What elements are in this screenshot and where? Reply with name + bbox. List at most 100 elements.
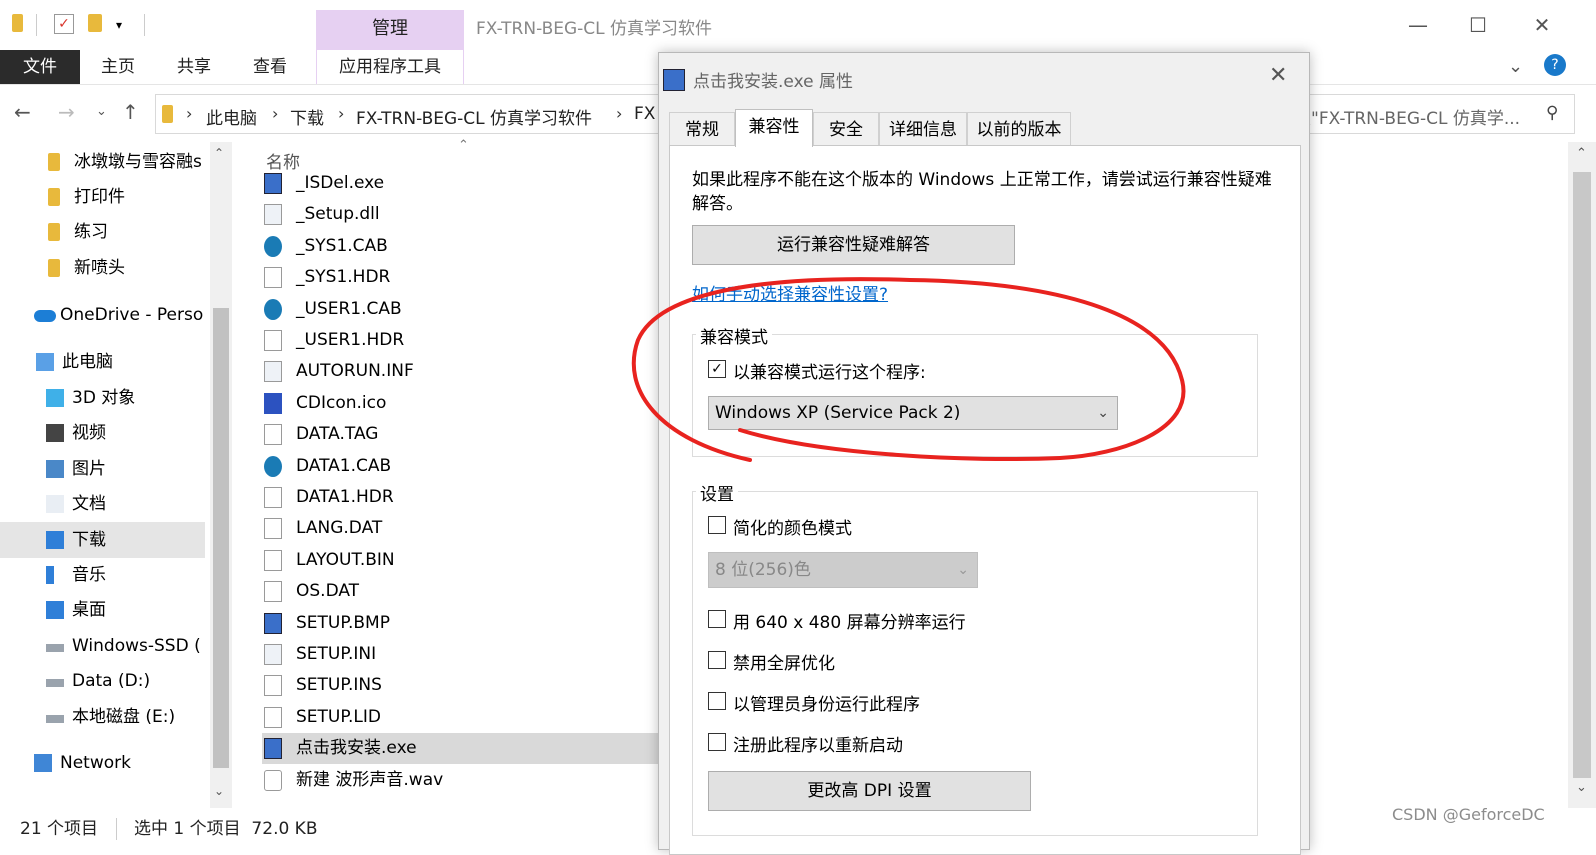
tab-file[interactable]: 文件: [0, 50, 80, 84]
recent-locations-icon[interactable]: ⌄: [96, 104, 107, 119]
scroll-up-icon[interactable]: ⌃: [214, 146, 224, 160]
sidebar-item[interactable]: 本地磁盘 (E:): [0, 699, 205, 735]
file-row[interactable]: DATA1.CAB: [262, 451, 662, 482]
file-row[interactable]: 新建 波形声音.wav: [262, 765, 662, 796]
file-name: SETUP.BMP: [296, 613, 390, 633]
sidebar-item[interactable]: 下载: [0, 522, 205, 558]
file-row[interactable]: SETUP.LID: [262, 702, 662, 733]
dialog-close-button[interactable]: ✕: [1269, 63, 1287, 88]
file-row[interactable]: _SYS1.CAB: [262, 231, 662, 262]
chevron-right-icon[interactable]: ›: [186, 104, 192, 123]
maximize-button[interactable]: ☐: [1448, 10, 1508, 40]
new-folder-icon[interactable]: [88, 14, 102, 32]
sidebar-item[interactable]: Network: [0, 745, 205, 781]
sidebar-item[interactable]: 冰墩墩与雪容融s: [0, 144, 205, 180]
color-depth-dropdown[interactable]: 8 位(256)色 ⌄: [708, 552, 978, 588]
sidebar-item[interactable]: 此电脑: [0, 344, 205, 380]
file-row[interactable]: LANG.DAT: [262, 513, 662, 544]
resolution-640-checkbox[interactable]: [708, 610, 726, 628]
tab-previous-versions[interactable]: 以前的版本: [967, 112, 1071, 146]
change-dpi-button[interactable]: 更改高 DPI 设置: [708, 771, 1031, 811]
compat-mode-checkbox[interactable]: ✓: [708, 360, 726, 378]
tab-security[interactable]: 安全: [813, 112, 879, 146]
file-row[interactable]: _ISDel.exe: [262, 168, 662, 199]
file-row[interactable]: LAYOUT.BIN: [262, 545, 662, 576]
tab-details[interactable]: 详细信息: [879, 112, 967, 146]
file-row[interactable]: _USER1.CAB: [262, 294, 662, 325]
breadcrumb-downloads[interactable]: 下载: [290, 104, 324, 129]
file-list-scrollbar[interactable]: ⌃ ⌄: [1568, 142, 1596, 808]
manual-compat-link[interactable]: 如何手动选择兼容性设置?: [692, 280, 888, 305]
manage-tab[interactable]: 管理: [316, 10, 464, 50]
sidebar-item-label: 下载: [72, 530, 106, 550]
sidebar-item[interactable]: 打印件: [0, 179, 205, 215]
tab-home[interactable]: 主页: [92, 50, 144, 84]
run-troubleshooter-button[interactable]: 运行兼容性疑难解答: [692, 225, 1015, 265]
search-icon[interactable]: ⚲: [1546, 103, 1558, 123]
title-bar: ✓ ▾ 管理 FX-TRN-BEG-CL 仿真学习软件 — ☐ ✕: [0, 0, 1596, 50]
sidebar-item[interactable]: 3D 对象: [0, 380, 205, 416]
file-name: DATA1.CAB: [296, 456, 392, 476]
file-row[interactable]: DATA1.HDR: [262, 482, 662, 513]
tab-application-tools[interactable]: 应用程序工具: [324, 50, 456, 84]
file-row[interactable]: SETUP.BMP: [262, 608, 662, 639]
reduced-color-checkbox[interactable]: [708, 516, 726, 534]
chevron-right-icon[interactable]: ›: [338, 104, 344, 123]
search-box[interactable]: 搜"FX-TRN-BEG-CL 仿真学...: [1294, 104, 1520, 129]
sidebar-item[interactable]: OneDrive - Perso: [0, 297, 205, 333]
sidebar-item[interactable]: 视频: [0, 415, 205, 451]
sidebar-item[interactable]: Data (D:): [0, 663, 205, 699]
scroll-thumb[interactable]: [213, 308, 229, 768]
forward-arrow-icon[interactable]: →: [58, 100, 75, 124]
sidebar-item-label: 3D 对象: [72, 388, 136, 408]
file-row[interactable]: SETUP.INI: [262, 639, 662, 670]
tab-compatibility[interactable]: 兼容性: [735, 109, 813, 147]
help-icon[interactable]: ?: [1544, 54, 1566, 76]
up-arrow-icon[interactable]: ↑: [122, 100, 139, 124]
intro-text: 如果此程序不能在这个版本的 Windows 上正常工作，请尝试运行兼容性疑难解答…: [692, 170, 1272, 214]
compat-os-dropdown[interactable]: Windows XP (Service Pack 2) ⌄: [708, 396, 1118, 430]
close-button[interactable]: ✕: [1512, 10, 1572, 40]
sidebar-item[interactable]: 图片: [0, 451, 205, 487]
file-row[interactable]: CDIcon.ico: [262, 388, 662, 419]
file-row[interactable]: DATA.TAG: [262, 419, 662, 450]
sidebar-item[interactable]: 桌面: [0, 592, 205, 628]
divider: [144, 14, 145, 36]
folder-icon: [162, 105, 173, 123]
nav-scrollbar[interactable]: ⌃ ⌄: [210, 142, 232, 808]
register-restart-checkbox[interactable]: [708, 733, 726, 751]
chevron-right-icon[interactable]: ›: [272, 104, 278, 123]
file-row[interactable]: _SYS1.HDR: [262, 262, 662, 293]
sidebar-item[interactable]: 音乐: [0, 557, 205, 593]
run-as-admin-checkbox[interactable]: [708, 692, 726, 710]
sidebar-item[interactable]: 新喷头: [0, 250, 205, 286]
customize-toolbar-icon[interactable]: ▾: [116, 14, 122, 36]
file-row[interactable]: SETUP.INS: [262, 670, 662, 701]
file-row[interactable]: _USER1.HDR: [262, 325, 662, 356]
minimize-button[interactable]: —: [1388, 10, 1448, 40]
sidebar-item[interactable]: 练习: [0, 214, 205, 250]
breadcrumb-fx[interactable]: FX: [634, 104, 655, 124]
scroll-down-icon[interactable]: ⌄: [214, 784, 224, 798]
scroll-down-icon[interactable]: ⌄: [1576, 780, 1587, 795]
breadcrumb-fx-folder[interactable]: FX-TRN-BEG-CL 仿真学习软件: [356, 104, 592, 129]
sidebar-item[interactable]: 文档: [0, 486, 205, 522]
file-row[interactable]: AUTORUN.INF: [262, 356, 662, 387]
back-arrow-icon[interactable]: ←: [14, 100, 31, 124]
properties-icon[interactable]: ✓: [54, 14, 74, 34]
file-row[interactable]: OS.DAT: [262, 576, 662, 607]
tab-general[interactable]: 常规: [669, 112, 735, 146]
tab-share[interactable]: 共享: [168, 50, 220, 84]
file-row[interactable]: _Setup.dll: [262, 199, 662, 230]
tab-view[interactable]: 查看: [244, 50, 296, 84]
sidebar-item[interactable]: Windows-SSD (: [0, 628, 205, 664]
fx-icon: [264, 393, 282, 414]
breadcrumb-this-pc[interactable]: 此电脑: [206, 104, 257, 129]
expand-ribbon-icon[interactable]: ⌄: [1508, 56, 1523, 77]
music-icon: [46, 566, 54, 584]
file-row[interactable]: 点击我安装.exe: [262, 733, 662, 764]
scroll-up-icon[interactable]: ⌃: [1576, 146, 1587, 161]
disable-fullscreen-checkbox[interactable]: [708, 651, 726, 669]
scroll-thumb[interactable]: [1573, 172, 1591, 778]
chevron-right-icon[interactable]: ›: [616, 104, 622, 123]
